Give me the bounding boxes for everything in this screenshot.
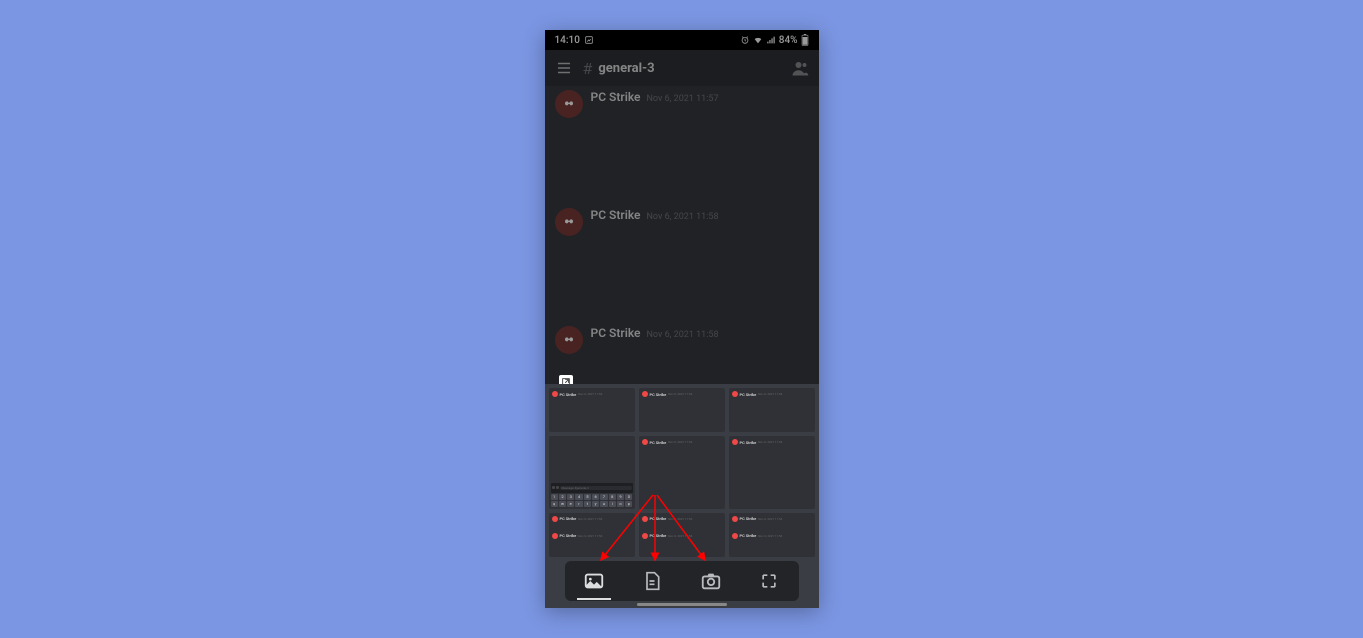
message-time: Nov 6, 2021 11:57 xyxy=(647,94,719,104)
expand-icon[interactable] xyxy=(559,375,573,384)
phone-frame: 14:10 84% # general- xyxy=(545,30,819,608)
hash-icon: # xyxy=(583,59,593,78)
message-list[interactable]: PC Strike Nov 6, 2021 11:57 PC Strike No… xyxy=(545,86,819,384)
gallery-thumbnail[interactable]: PC StrikeNov 6, 2021 11:56 xyxy=(549,388,635,432)
status-time: 14:10 xyxy=(555,35,580,46)
signal-icon xyxy=(766,35,776,45)
camera-icon xyxy=(700,570,722,592)
keyboard-preview: 1234567890 qwertyuiop xyxy=(551,494,633,507)
message-time: Nov 6, 2021 11:58 xyxy=(647,212,719,222)
message-author: PC Strike xyxy=(591,90,641,104)
channel-title[interactable]: # general-3 xyxy=(583,59,655,78)
menu-icon[interactable] xyxy=(555,59,573,77)
screenshot-icon xyxy=(584,35,594,45)
gallery-thumbnail[interactable]: PC StrikeNov 6, 2021 11:56 xyxy=(639,436,725,508)
file-icon xyxy=(642,571,662,591)
avatar[interactable] xyxy=(555,208,583,236)
message-item[interactable]: PC Strike Nov 6, 2021 11:57 xyxy=(545,86,819,122)
tab-gallery[interactable] xyxy=(571,565,617,597)
message-author: PC Strike xyxy=(591,208,641,222)
channel-header: # general-3 xyxy=(545,50,819,86)
gallery-thumbnail[interactable]: PC StrikeNov 6, 2021 11:56 xyxy=(729,388,815,432)
attachment-panel: PC StrikeNov 6, 2021 11:56 PC StrikeNov … xyxy=(545,384,819,608)
tab-poll[interactable] xyxy=(746,565,792,597)
battery-icon xyxy=(801,34,809,46)
gallery-thumbnail[interactable]: PC StrikeNov 6, 2021 11:56 xyxy=(639,388,725,432)
gallery-thumbnail[interactable]: PC StrikeNov 6, 2021 11:56 PC StrikeNov … xyxy=(549,513,635,557)
gallery-thumbnail[interactable]: PC StrikeNov 6, 2021 11:56 xyxy=(729,436,815,508)
attachment-tabs xyxy=(565,561,799,601)
poll-icon xyxy=(759,571,779,591)
wifi-icon xyxy=(753,35,763,45)
statusbar: 14:10 84% xyxy=(545,30,819,50)
tab-files[interactable] xyxy=(629,565,675,597)
message-item[interactable]: PC Strike Nov 6, 2021 11:58 xyxy=(545,204,819,240)
image-icon xyxy=(583,570,605,592)
gallery-thumbnail[interactable]: PC StrikeNov 6, 2021 11:56 PC StrikeNov … xyxy=(729,513,815,557)
message-author: PC Strike xyxy=(591,326,641,340)
thumbnail-grid: PC StrikeNov 6, 2021 11:56 PC StrikeNov … xyxy=(545,384,819,561)
avatar[interactable] xyxy=(555,90,583,118)
alarm-icon xyxy=(740,35,750,45)
message-item[interactable]: PC Strike Nov 6, 2021 11:58 xyxy=(545,322,819,358)
battery-percent: 84% xyxy=(779,35,798,46)
members-icon[interactable] xyxy=(791,59,809,77)
home-indicator[interactable] xyxy=(637,603,727,606)
tab-camera[interactable] xyxy=(688,565,734,597)
avatar[interactable] xyxy=(555,326,583,354)
message-time: Nov 6, 2021 11:58 xyxy=(647,330,719,340)
gallery-thumbnail-keyboard[interactable]: Message #general-3 1234567890 qwertyuiop xyxy=(549,436,635,508)
gallery-thumbnail[interactable]: PC StrikeNov 6, 2021 11:56 PC StrikeNov … xyxy=(639,513,725,557)
channel-name: general-3 xyxy=(598,61,654,76)
